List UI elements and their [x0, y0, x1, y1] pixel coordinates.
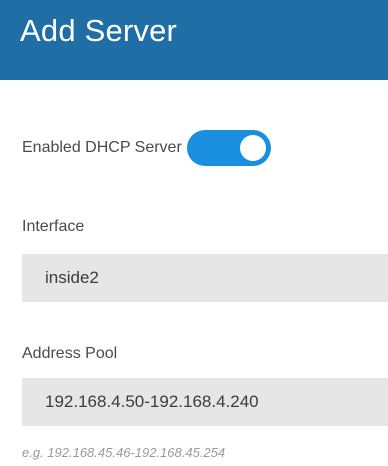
dialog-header: Add Server	[0, 0, 388, 80]
toggle-knob	[239, 135, 266, 161]
address-pool-hint: e.g. 192.168.45.46-192.168.45.254	[22, 445, 226, 460]
dhcp-enabled-toggle[interactable]	[186, 130, 271, 166]
dialog-title: Add Server	[20, 13, 178, 48]
interface-field[interactable]	[22, 254, 388, 302]
add-server-dialog: Add Server Enabled DHCP Server Interface…	[0, 0, 388, 466]
interface-label: Interface	[22, 218, 85, 235]
address-pool-field[interactable]	[22, 378, 388, 426]
dhcp-toggle-label: Enabled DHCP Server	[22, 139, 182, 156]
address-pool-label: Address Pool	[22, 345, 118, 362]
dhcp-toggle-row: Enabled DHCP Server	[22, 130, 271, 166]
